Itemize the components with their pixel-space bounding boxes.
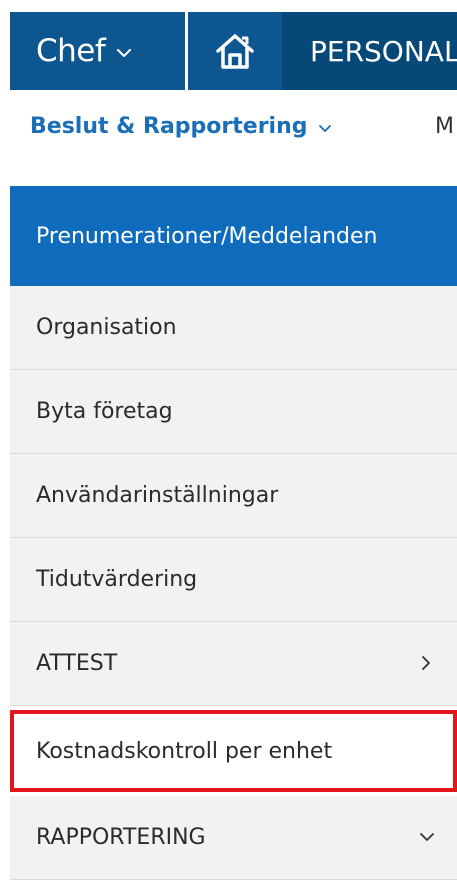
menu-item-label: Tidutvärdering [36, 567, 198, 592]
menu-item-label: RAPPORTERING [36, 825, 206, 850]
menu-item-anvandarinstallningar[interactable]: Användarinställningar [10, 454, 457, 538]
beslut-rapportering-menu[interactable]: Beslut & Rapportering [30, 114, 332, 139]
menu-item-label: Användarinställningar [36, 483, 279, 508]
home-icon [216, 34, 254, 69]
menu-item-organisation[interactable]: Organisation [10, 286, 457, 370]
menu-item-label: Organisation [36, 315, 177, 340]
menu-item-tidutvardering[interactable]: Tidutvärdering [10, 538, 457, 622]
menu-item-label: Byta företag [36, 399, 173, 424]
menu-item-label: Kostnadskontroll per enhet [36, 738, 333, 764]
chevron-down-icon [117, 49, 132, 57]
home-button[interactable] [188, 12, 282, 90]
subnav-main-label: Beslut & Rapportering [30, 114, 308, 139]
role-label: Chef [36, 33, 106, 69]
personal-tab[interactable]: PERSONAL [282, 12, 457, 90]
menu-item-attest[interactable]: ATTEST [10, 622, 457, 706]
menu-item-label: ATTEST [36, 651, 118, 676]
top-navigation-bar: Chef PERSONAL [10, 12, 457, 90]
role-selector[interactable]: Chef [10, 12, 182, 90]
chevron-down-icon [318, 124, 331, 132]
chevron-right-icon [422, 655, 430, 670]
secondary-navigation: Beslut & Rapportering M [10, 90, 457, 170]
menu-item-label: Prenumerationer/Meddelanden [36, 224, 378, 249]
subnav-next-item[interactable]: M [435, 114, 454, 139]
dropdown-menu: Prenumerationer/Meddelanden Organisation… [10, 186, 457, 880]
menu-item-kostnadskontroll[interactable]: Kostnadskontroll per enhet [10, 710, 457, 792]
menu-item-prenumerationer[interactable]: Prenumerationer/Meddelanden [10, 186, 457, 286]
menu-item-byta-foretag[interactable]: Byta företag [10, 370, 457, 454]
menu-item-rapportering[interactable]: RAPPORTERING [10, 796, 457, 880]
chevron-down-icon [420, 832, 434, 841]
